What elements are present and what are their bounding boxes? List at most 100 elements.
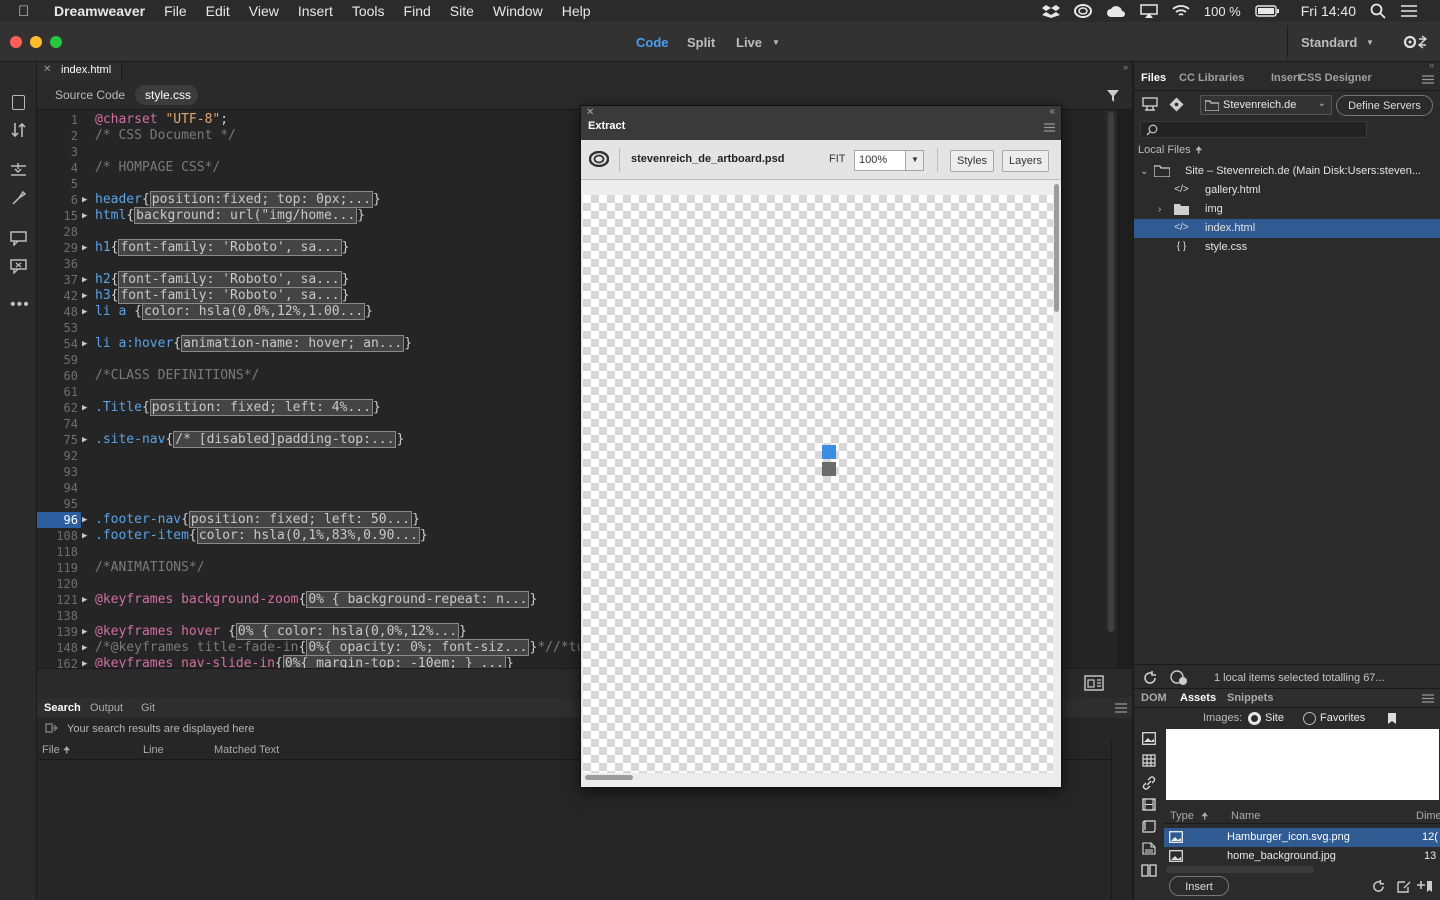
fold-arrow-icon[interactable]: ▶ (82, 192, 92, 208)
fold-arrow-icon[interactable]: ▶ (82, 288, 92, 304)
panel-menu-icon[interactable] (1115, 703, 1127, 713)
files-search-input[interactable] (1140, 121, 1367, 138)
code-line[interactable]: h1{font-family: 'Roboto', sa...} (95, 239, 349, 256)
collapse-right-icon[interactable]: » (1429, 60, 1434, 70)
menu-site[interactable]: Site (450, 3, 474, 19)
code-line[interactable]: .footer-item{color: hsla(0,1%,83%,0.90..… (95, 527, 428, 544)
collapsed-chevron-icon[interactable]: › (1158, 200, 1161, 219)
scripts-category-icon[interactable] (1142, 820, 1156, 833)
code-line[interactable]: .site-nav{/* [disabled]padding-top:...} (95, 431, 404, 448)
code-line[interactable]: li a {color: hsla(0,0%,12%,1.00...} (95, 303, 373, 320)
column-line[interactable]: Line (143, 744, 164, 756)
column-type[interactable]: Type (1170, 810, 1194, 822)
more-tools-icon[interactable]: ••• (10, 296, 30, 314)
menu-app[interactable]: Dreamweaver (54, 3, 145, 19)
extract-panel-header[interactable]: ✕ « Extract (581, 106, 1061, 140)
code-line[interactable]: /* CSS Document */ (95, 128, 236, 144)
fold-arrow-icon[interactable]: ▶ (82, 400, 92, 416)
menu-help[interactable]: Help (562, 3, 591, 19)
add-to-favorites-icon[interactable] (1417, 880, 1433, 893)
format-source-icon[interactable] (10, 190, 27, 206)
tree-row-site-root[interactable]: ⌄ Site – Stevenreich.de (Main Disk:Users… (1134, 162, 1440, 181)
tab-dom[interactable]: DOM (1141, 692, 1167, 704)
collapsed-code-block[interactable]: font-family: 'Roboto', sa... (118, 239, 342, 256)
collapsed-code-block[interactable]: 0%{ opacity: 0%; font-siz... (306, 639, 530, 656)
close-tab-icon[interactable]: ✕ (43, 64, 51, 75)
column-dimensions[interactable]: Dime (1416, 810, 1440, 822)
fold-arrow-icon[interactable]: ▶ (82, 304, 92, 320)
filter-icon[interactable] (1106, 89, 1120, 103)
close-window-button[interactable] (10, 36, 22, 48)
tab-files[interactable]: Files (1141, 72, 1166, 84)
manage-site-icon[interactable] (1170, 670, 1188, 686)
tab-cc-libraries[interactable]: CC Libraries (1179, 72, 1244, 84)
fold-arrow-icon[interactable]: ▶ (82, 208, 92, 224)
menu-find[interactable]: Find (404, 3, 431, 19)
collapsed-code-block[interactable]: /* [disabled]padding-top:... (173, 431, 397, 448)
column-matched-text[interactable]: Matched Text (214, 744, 279, 756)
insert-asset-button[interactable]: Insert (1169, 876, 1229, 896)
code-line[interactable]: /*@keyframes title-fade-in{0%{ opacity: … (95, 639, 584, 656)
collapsed-code-block[interactable]: font-family: 'Roboto', sa... (118, 287, 342, 304)
zoom-window-button[interactable] (50, 36, 62, 48)
fold-arrow-icon[interactable]: ▶ (82, 592, 92, 608)
code-line[interactable]: .Title{position: fixed; left: 4%...} (95, 399, 381, 416)
collapsed-code-block[interactable]: position:fixed; top: 0px;... (149, 191, 373, 208)
tree-row-index-html[interactable]: </> index.html (1134, 219, 1440, 238)
git-icon[interactable] (1169, 97, 1184, 112)
favorites-radio[interactable] (1303, 712, 1316, 725)
menu-tools[interactable]: Tools (352, 3, 385, 19)
collapsed-code-block[interactable]: color: hsla(0,1%,83%,0.90... (196, 527, 420, 544)
battery-icon[interactable] (1255, 5, 1279, 17)
site-radio[interactable] (1248, 712, 1261, 725)
fold-arrow-icon[interactable]: ▶ (82, 528, 92, 544)
tab-assets[interactable]: Assets (1180, 692, 1216, 704)
preview-in-browser-icon[interactable] (1084, 675, 1104, 691)
fit-label[interactable]: FIT (829, 153, 846, 165)
menu-insert[interactable]: Insert (298, 3, 333, 19)
collapsed-code-block[interactable]: font-family: 'Roboto', sa... (118, 271, 342, 288)
collapsed-code-block[interactable]: 0% { color: hsla(0,0%,12%... (235, 623, 460, 640)
layers-button[interactable]: Layers (1002, 150, 1050, 172)
collapse-extract-icon[interactable]: « (1049, 106, 1055, 117)
refresh-assets-icon[interactable] (1372, 880, 1385, 893)
expand-collapse-icon[interactable] (10, 162, 27, 178)
code-line[interactable]: @charset "UTF-8"; (95, 112, 228, 128)
canvas-horizontal-scrollbar[interactable] (581, 773, 1061, 787)
wifi-icon[interactable] (1172, 4, 1190, 18)
close-extract-icon[interactable]: ✕ (586, 107, 594, 118)
column-name[interactable]: Name (1231, 810, 1260, 822)
collapsed-code-block[interactable]: color: hsla(0,0%,12%,1.00... (141, 303, 366, 320)
code-vertical-scrollbar[interactable] (1105, 110, 1117, 632)
code-line[interactable]: .footer-nav{position: fixed; left: 50...… (95, 511, 420, 528)
apple-menu-icon[interactable]:  (18, 3, 40, 20)
remove-comment-icon[interactable] (10, 258, 27, 274)
live-view-button[interactable]: Live (736, 35, 762, 50)
menu-view[interactable]: View (249, 3, 279, 19)
code-line[interactable]: html{background: url("img/home...} (95, 207, 365, 224)
urls-category-icon[interactable] (1142, 776, 1156, 790)
airplay-icon[interactable] (1140, 4, 1158, 18)
related-tab-style-css[interactable]: style.css (135, 85, 198, 105)
collapsed-code-block[interactable]: animation-name: hover; an... (181, 335, 405, 352)
live-dropdown-chevron-icon[interactable]: ▼ (772, 38, 780, 47)
tab-search[interactable]: Search (44, 702, 81, 714)
artboard-layer-gray[interactable] (822, 462, 836, 476)
tab-snippets[interactable]: Snippets (1227, 692, 1273, 704)
site-selector[interactable]: Stevenreich.de ⌄ (1200, 95, 1332, 115)
canvas-vscroll-thumb[interactable] (1054, 184, 1059, 312)
tab-git[interactable]: Git (141, 702, 155, 714)
tree-row-gallery-html[interactable]: </> gallery.html (1134, 181, 1440, 200)
tab-output[interactable]: Output (90, 702, 123, 714)
workspace-switcher[interactable]: Standard (1301, 35, 1357, 50)
workspace-chevron-icon[interactable]: ▼ (1366, 38, 1374, 47)
split-view-button[interactable]: Split (687, 35, 715, 50)
code-line[interactable]: @keyframes background-zoom{0% { backgrou… (95, 591, 537, 608)
collapse-icon[interactable]: » (1123, 62, 1128, 72)
files-panel-menu-icon[interactable] (1422, 75, 1434, 84)
collapsed-code-block[interactable]: position: fixed; left: 50... (188, 511, 413, 528)
tree-row-img[interactable]: › img (1134, 200, 1440, 219)
fold-arrow-icon[interactable]: ▶ (82, 336, 92, 352)
menu-window[interactable]: Window (493, 3, 543, 19)
apply-comment-icon[interactable] (10, 230, 27, 246)
